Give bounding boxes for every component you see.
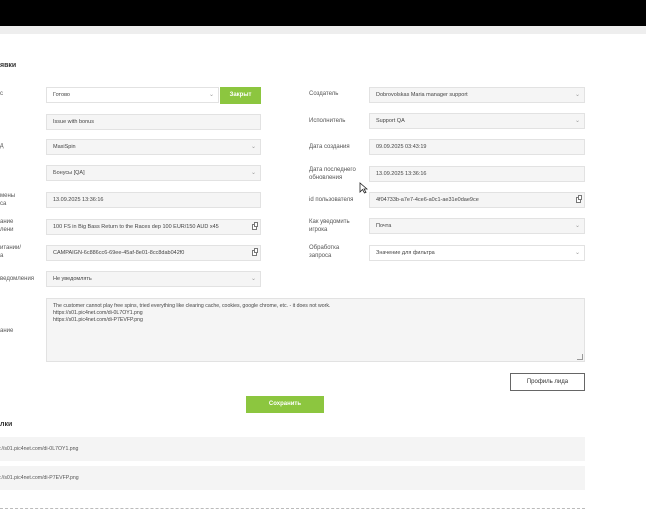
campaign-label-line2: а bbox=[0, 252, 4, 259]
bonus-field[interactable]: 100 FS in Big Bass Return to the Races d… bbox=[46, 219, 261, 235]
processing-label-line2: запроса bbox=[309, 252, 332, 259]
how-notify-label-line1: Как уведомить bbox=[309, 219, 350, 225]
campaign-label: итании/ а bbox=[0, 245, 21, 260]
created-value: 09.09.2025 03:43:19 bbox=[376, 144, 427, 150]
user-id-field[interactable]: 4f04733b-a7e7-4ce6-a0c1-ae31e0dae9ce bbox=[369, 192, 585, 208]
chevron-down-icon: ⌄ bbox=[250, 170, 256, 176]
created-label: Дата создания bbox=[309, 144, 350, 150]
bonus-label-line2: лени bbox=[0, 226, 14, 233]
description-line: The customer cannot play free spins, tri… bbox=[53, 303, 331, 309]
assignee-select[interactable]: Support QA ⌄ bbox=[369, 113, 585, 129]
updated-label-line1: Дата последнего bbox=[309, 167, 356, 173]
copy-icon[interactable] bbox=[576, 195, 582, 203]
creator-label: Создатель bbox=[309, 91, 339, 97]
processing-label: Обработка запроса bbox=[309, 245, 339, 260]
bonus-label-line1: ание bbox=[0, 219, 14, 225]
link-row[interactable]: ://s01.pic4net.com/di-0L7OY1.png bbox=[0, 437, 585, 461]
updated-value: 13.09.2025 13:36:16 bbox=[376, 171, 427, 177]
chevron-down-icon: ⌄ bbox=[574, 92, 580, 98]
lead-profile-button[interactable]: Профиль лида bbox=[510, 373, 585, 391]
subject-value: Issue with bonus bbox=[53, 119, 94, 125]
project-value: MaxiSpin bbox=[53, 144, 76, 150]
chevron-down-icon: ⌄ bbox=[208, 92, 214, 98]
top-bar bbox=[0, 0, 646, 26]
bonus-label: ание лени bbox=[0, 219, 14, 234]
campaign-field[interactable]: CAMPAIGN-6c886cc6-69ee-45af-8e01-8cc8dab… bbox=[46, 245, 261, 261]
category-value: Бонусы [QA] bbox=[53, 170, 85, 176]
how-notify-label-line2: игрока bbox=[309, 226, 328, 233]
notify-label: ведомления bbox=[0, 276, 35, 282]
resize-handle-icon[interactable] bbox=[577, 354, 583, 360]
creator-select[interactable]: Dobrovolskas Maria manager support ⌄ bbox=[369, 87, 585, 103]
link-url[interactable]: ://s01.pic4net.com/di-0L7OY1.png bbox=[0, 446, 78, 452]
status-label: с bbox=[0, 91, 3, 97]
chevron-down-icon: ⌄ bbox=[250, 144, 256, 150]
section-title-links: лки bbox=[0, 421, 13, 428]
processing-value: Значение для фильтра bbox=[376, 250, 435, 256]
how-notify-label: Как уведомить игрока bbox=[309, 219, 350, 234]
chevron-down-icon: ⌄ bbox=[574, 250, 580, 256]
subject-field[interactable]: Issue with bonus bbox=[46, 114, 261, 130]
close-status-button[interactable]: Закрыт bbox=[220, 87, 261, 104]
chevron-down-icon: ⌄ bbox=[574, 118, 580, 124]
status-value: Готово bbox=[53, 92, 70, 98]
bonus-value: 100 FS in Big Bass Return to the Races d… bbox=[53, 224, 219, 230]
notify-value: Не уведомлять bbox=[53, 276, 92, 282]
how-notify-select[interactable]: Почта ⌄ bbox=[369, 218, 585, 234]
project-label: д bbox=[0, 143, 4, 149]
project-select[interactable]: MaxiSpin ⌄ bbox=[46, 139, 261, 155]
change-time-label: мены са bbox=[0, 193, 15, 208]
change-time-value: 13.09.2025 13:36:16 bbox=[53, 197, 104, 203]
change-time-field[interactable]: 13.09.2025 13:36:16 bbox=[46, 192, 261, 208]
description-label: ание bbox=[0, 328, 14, 334]
campaign-label-line1: итании/ bbox=[0, 245, 22, 251]
assignee-value: Support QA bbox=[376, 118, 405, 124]
copy-icon[interactable] bbox=[252, 248, 258, 256]
description-line: https://s01.pic4net.com/di-P7EVFP.png bbox=[53, 317, 143, 323]
user-id-label: id пользователя bbox=[309, 197, 354, 203]
how-notify-value: Почта bbox=[376, 223, 392, 229]
description-line: https://s01.pic4net.com/di-0L7OY1.png bbox=[53, 310, 143, 316]
user-id-value: 4f04733b-a7e7-4ce6-a0c1-ae31e0dae9ce bbox=[376, 197, 479, 203]
updated-label: Дата последнего обновления bbox=[309, 167, 356, 182]
link-row[interactable]: ://s01.pic4net.com/di-P7EVFP.png bbox=[0, 466, 585, 490]
updated-field[interactable]: 13.09.2025 13:36:16 bbox=[369, 166, 585, 182]
updated-label-line2: обновления bbox=[309, 174, 343, 181]
chevron-down-icon: ⌄ bbox=[574, 223, 580, 229]
change-time-label-line1: мены bbox=[0, 193, 16, 199]
created-field[interactable]: 09.09.2025 03:43:19 bbox=[369, 139, 585, 155]
dropzone-edge bbox=[0, 508, 585, 513]
category-select[interactable]: Бонусы [QA] ⌄ bbox=[46, 165, 261, 181]
notify-select[interactable]: Не уведомлять ⌄ bbox=[46, 271, 261, 287]
creator-value: Dobrovolskas Maria manager support bbox=[376, 92, 468, 98]
copy-icon[interactable] bbox=[252, 222, 258, 230]
status-select[interactable]: Готово ⌄ bbox=[46, 87, 219, 103]
save-button[interactable]: Сохранить bbox=[246, 396, 324, 413]
chevron-down-icon: ⌄ bbox=[250, 276, 256, 282]
processing-label-line1: Обработка bbox=[309, 245, 340, 251]
assignee-label: Исполнитель bbox=[309, 118, 346, 124]
description-textarea[interactable]: The customer cannot play free spins, tri… bbox=[46, 298, 585, 362]
header-divider bbox=[0, 26, 646, 34]
mouse-cursor-icon bbox=[359, 182, 368, 194]
processing-select[interactable]: Значение для фильтра ⌄ bbox=[369, 245, 585, 261]
link-url[interactable]: ://s01.pic4net.com/di-P7EVFP.png bbox=[0, 475, 79, 481]
campaign-value: CAMPAIGN-6c886cc6-69ee-45af-8e01-8cc8dab… bbox=[53, 250, 185, 256]
section-title-request: явки bbox=[0, 62, 17, 69]
change-time-label-line2: са bbox=[0, 200, 7, 207]
